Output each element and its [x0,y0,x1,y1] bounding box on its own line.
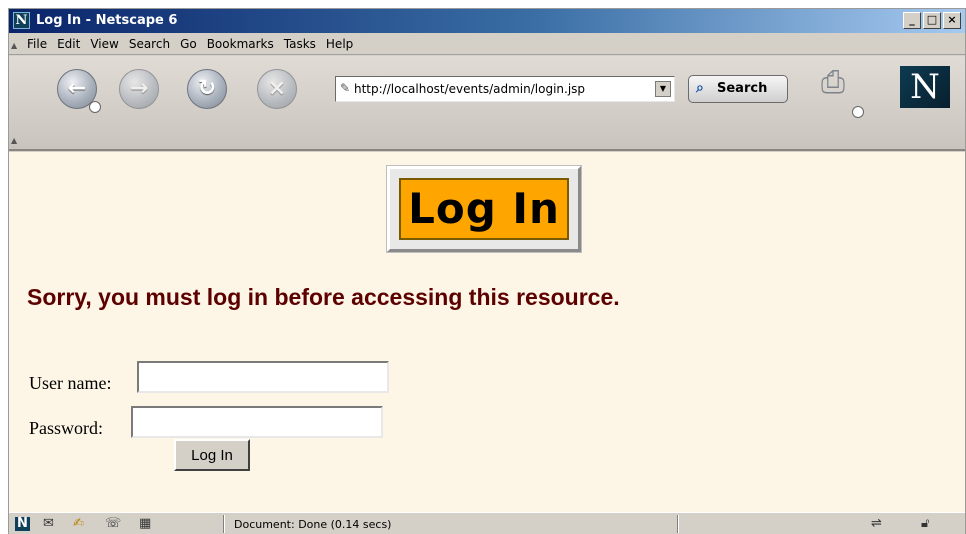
menu-edit[interactable]: Edit [57,37,80,51]
connection-icon[interactable]: ⇌ [871,517,882,531]
menu-help[interactable]: Help [326,37,353,51]
login-required-message: Sorry, you must log in before accessing … [27,284,620,310]
window-controls: _ □ × [901,12,961,29]
username-label: User name: [29,373,112,393]
mail-icon[interactable]: ✉ [43,517,54,531]
menu-bookmarks[interactable]: Bookmarks [207,37,274,51]
minimize-button[interactable]: _ [903,12,921,29]
page-proxy-icon[interactable]: ✎ [340,81,350,95]
status-text: Document: Done (0.14 secs) [234,518,392,531]
search-icon: ⌕ [696,80,704,96]
search-button-label: Search [717,81,768,96]
login-submit-button[interactable]: Log In [174,439,250,471]
window-title: Log In - Netscape 6 [36,13,178,28]
print-icon[interactable]: ⎙ [821,68,861,98]
netscape-logo-icon[interactable]: N [900,66,950,108]
toolbar-grip-icon[interactable]: ▲ [11,136,17,145]
forward-button[interactable]: → [119,69,159,109]
menu-tasks[interactable]: Tasks [284,37,316,51]
page-content: Log In Sorry, you must log in before acc… [9,152,965,512]
chat-icon[interactable]: ▦ [139,517,151,531]
browser-window: N Log In - Netscape 6 _ □ × ▲ File Edit … [8,8,966,534]
password-input[interactable] [131,406,383,438]
menu-file[interactable]: File [27,37,47,51]
composer-icon[interactable]: ✍ [73,517,84,531]
url-bar[interactable]: ✎ http://localhost/events/admin/login.js… [335,76,675,102]
status-divider-right [677,515,679,533]
title-bar: N Log In - Netscape 6 _ □ × [9,9,965,33]
maximize-button[interactable]: □ [923,12,941,29]
url-text[interactable]: http://localhost/events/admin/login.jsp [354,82,585,96]
address-book-icon[interactable]: ☏ [105,517,121,531]
reload-button[interactable]: ↻ [187,69,227,109]
print-dropdown-icon[interactable] [852,106,864,118]
url-history-dropdown-icon[interactable]: ▼ [655,81,671,97]
status-bar: N ✉ ✍ ☏ ▦ Document: Done (0.14 secs) ⇌ 🔓… [9,512,965,534]
heading-image-frame: Log In [387,166,581,252]
page-heading: Log In [399,178,569,240]
stop-button[interactable]: × [257,69,297,109]
menu-bar: ▲ File Edit View Search Go Bookmarks Tas… [9,33,965,55]
search-button[interactable]: ⌕ Search [688,75,788,103]
username-input[interactable] [137,361,389,393]
menu-search[interactable]: Search [129,37,170,51]
close-button[interactable]: × [943,12,961,29]
netscape-icon[interactable]: N [15,517,30,531]
status-divider [223,515,225,533]
password-label: Password: [29,418,104,438]
netscape-app-icon: N [13,12,30,29]
menu-grip-icon[interactable]: ▲ [11,41,17,50]
menu-go[interactable]: Go [180,37,197,51]
security-lock-icon[interactable]: 🔓︎ [921,517,929,531]
navigation-toolbar: ▲ ← → ↻ × ✎ http://localhost/events/admi… [9,56,965,151]
back-dropdown-icon[interactable] [89,101,101,113]
menu-view[interactable]: View [90,37,118,51]
